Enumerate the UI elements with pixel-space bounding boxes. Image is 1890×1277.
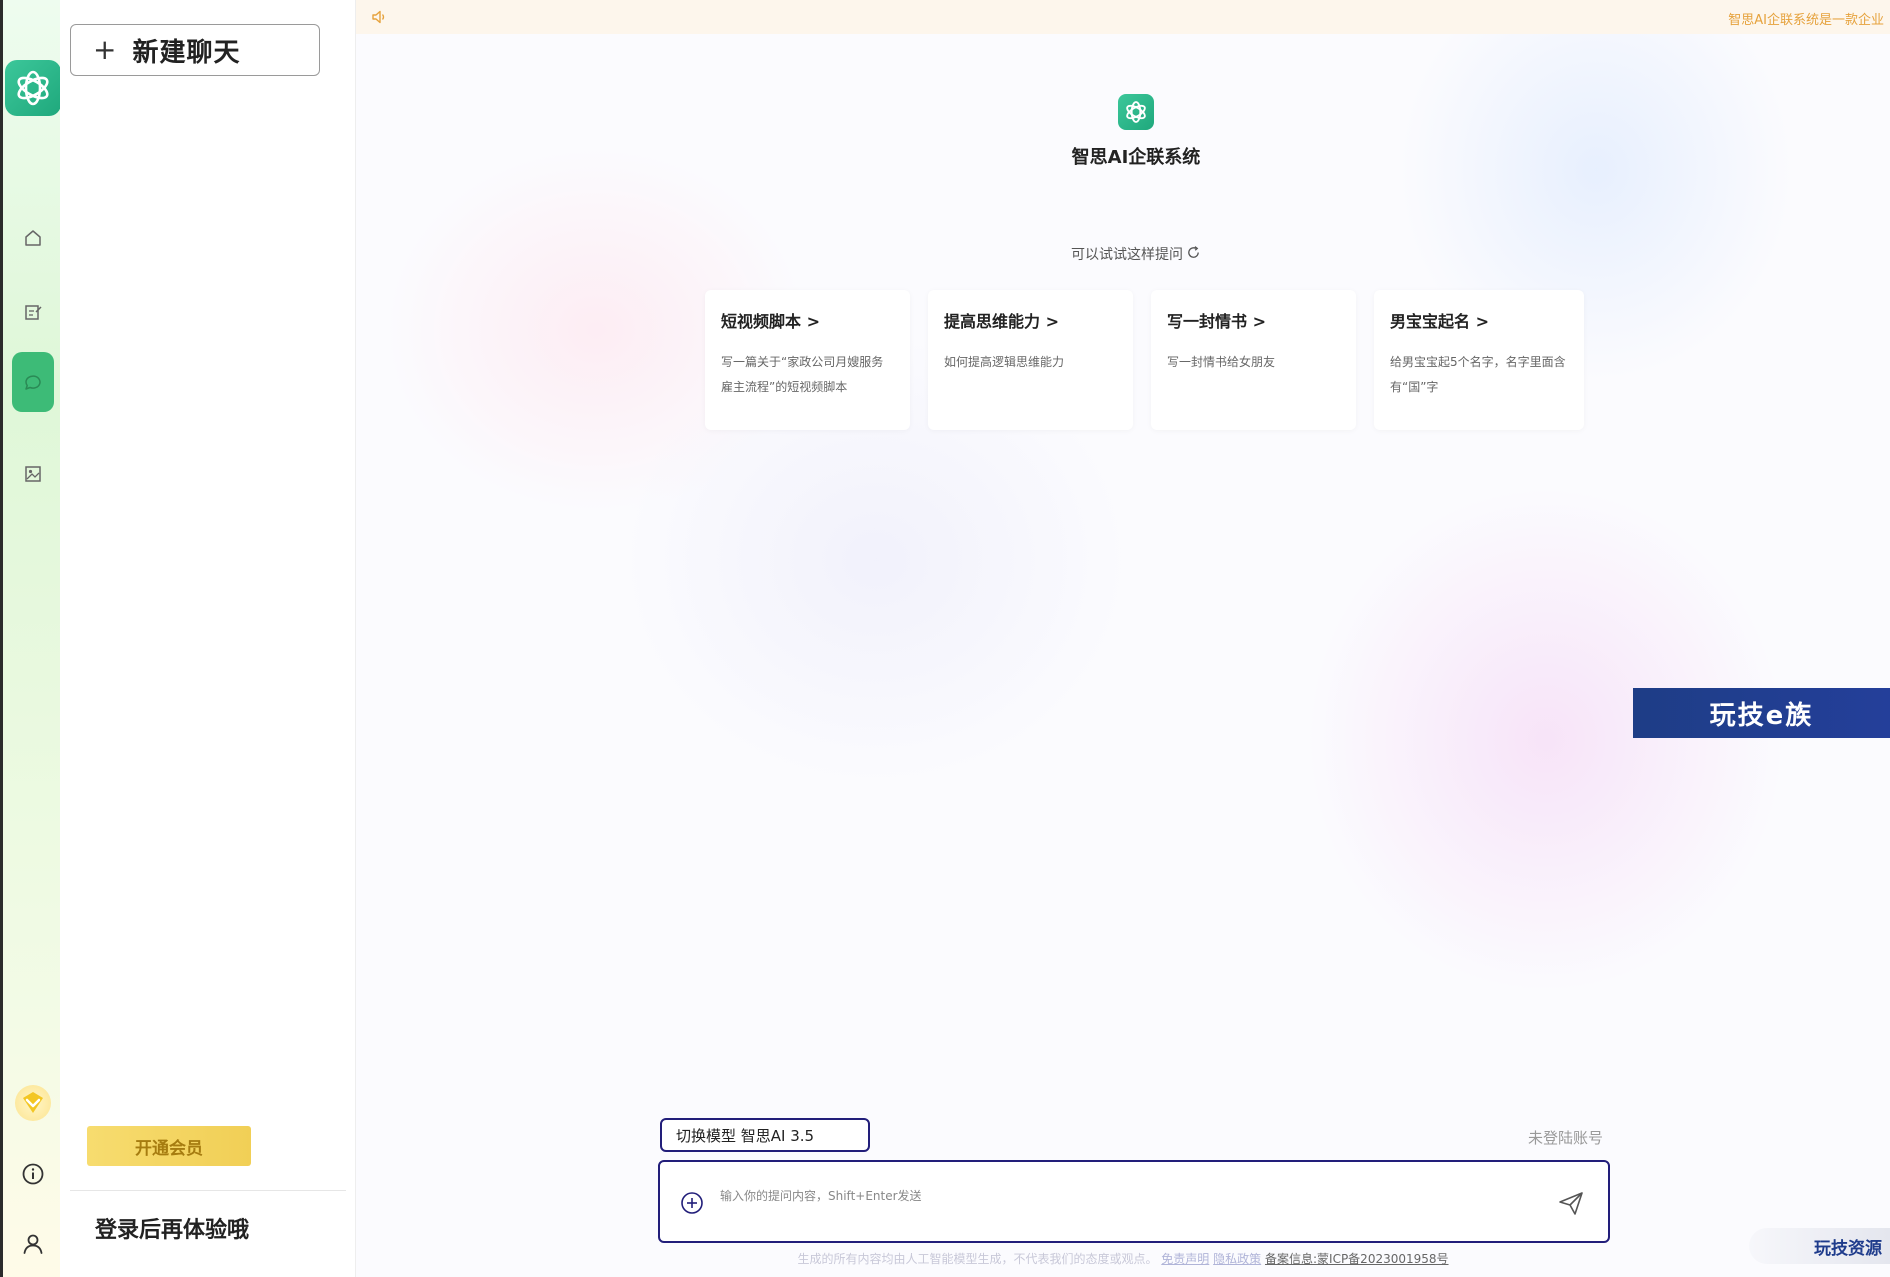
footer-disclaimer: 生成的所有内容均由人工智能模型生成，不代表我们的态度或观点。 bbox=[797, 1252, 1158, 1266]
account-status[interactable]: 未登陆账号 bbox=[1528, 1127, 1603, 1148]
card-description: 写一篇关于“家政公司月嫂服务雇主流程”的短视频脚本 bbox=[721, 355, 884, 394]
send-icon[interactable] bbox=[1556, 1188, 1586, 1218]
brand-logo-icon bbox=[1118, 94, 1154, 130]
plus-icon: + bbox=[93, 33, 117, 66]
brand-name: 智思AI企联系统 bbox=[1071, 147, 1201, 168]
notice-bar: 智思AI企联系统是一款企业 bbox=[356, 0, 1890, 34]
suggestion-card[interactable]: 短视频脚本 > 写一篇关于“家政公司月嫂服务雇主流程”的短视频脚本 bbox=[705, 290, 910, 430]
card-description: 给男宝宝起5个名字，名字里面含有“国”字 bbox=[1390, 355, 1566, 394]
chevron-right-icon: > bbox=[1252, 312, 1266, 331]
icp-link[interactable]: 备案信息:蒙ICP备2023001958号 bbox=[1265, 1252, 1449, 1266]
chevron-right-icon: > bbox=[1475, 312, 1489, 331]
main-area: 智思AI企联系统是一款企业 智思AI企联系统 可以试试这样提问 短视频脚本 > … bbox=[356, 0, 1890, 1277]
chevron-right-icon: > bbox=[806, 312, 820, 331]
card-description: 如何提高逻辑思维能力 bbox=[944, 355, 1065, 369]
login-hint[interactable]: 登录后再体验哦 bbox=[95, 1212, 249, 1244]
openai-logo-icon[interactable] bbox=[5, 60, 61, 116]
new-chat-label: 新建聊天 bbox=[132, 37, 241, 68]
chat-input[interactable] bbox=[718, 1180, 1522, 1212]
edit-icon[interactable] bbox=[13, 292, 53, 332]
card-title: 短视频脚本 bbox=[721, 312, 802, 331]
speaker-icon bbox=[370, 8, 388, 30]
refresh-icon[interactable] bbox=[1186, 245, 1201, 264]
suggestion-card[interactable]: 写一封情书 > 写一封情书给女朋友 bbox=[1151, 290, 1356, 430]
privacy-link[interactable]: 隐私政策 bbox=[1213, 1252, 1261, 1266]
sidebar-divider bbox=[70, 1190, 346, 1191]
chat-input-box bbox=[658, 1160, 1610, 1243]
card-title: 男宝宝起名 bbox=[1390, 312, 1471, 331]
image-edit-icon[interactable] bbox=[13, 454, 53, 494]
suggestions-header: 可以试试这样提问 bbox=[986, 244, 1286, 264]
watermark-badge: 玩技资源 bbox=[1749, 1228, 1890, 1264]
card-title: 写一封情书 bbox=[1167, 312, 1248, 331]
suggestions-title: 可以试试这样提问 bbox=[1071, 247, 1183, 263]
open-membership-button[interactable]: 开通会员 bbox=[87, 1126, 251, 1166]
chevron-right-icon: > bbox=[1045, 312, 1059, 331]
info-icon[interactable] bbox=[13, 1154, 53, 1194]
home-icon[interactable] bbox=[13, 218, 53, 258]
add-circle-icon[interactable] bbox=[680, 1191, 704, 1215]
disclaimer-link[interactable]: 免责声明 bbox=[1161, 1252, 1209, 1266]
watermark-banner: 玩技e族 bbox=[1633, 688, 1890, 738]
new-chat-button[interactable]: + 新建聊天 bbox=[70, 24, 320, 76]
user-icon[interactable] bbox=[13, 1224, 53, 1264]
switch-model-button[interactable]: 切换模型 智思AI 3.5 bbox=[660, 1118, 870, 1152]
card-description: 写一封情书给女朋友 bbox=[1167, 355, 1276, 369]
card-title: 提高思维能力 bbox=[944, 312, 1041, 331]
icon-rail bbox=[0, 0, 61, 1277]
vip-icon[interactable] bbox=[15, 1085, 51, 1121]
suggestion-card[interactable]: 提高思维能力 > 如何提高逻辑思维能力 bbox=[928, 290, 1133, 430]
chat-icon[interactable] bbox=[12, 352, 54, 412]
notice-text: 智思AI企联系统是一款企业 bbox=[1728, 13, 1884, 28]
chat-sidebar: + 新建聊天 开通会员 登录后再体验哦 bbox=[60, 0, 356, 1277]
suggestion-card[interactable]: 男宝宝起名 > 给男宝宝起5个名字，名字里面含有“国”字 bbox=[1374, 290, 1584, 430]
footer: 生成的所有内容均由人工智能模型生成，不代表我们的态度或观点。 免责声明 隐私政策… bbox=[356, 1250, 1890, 1267]
